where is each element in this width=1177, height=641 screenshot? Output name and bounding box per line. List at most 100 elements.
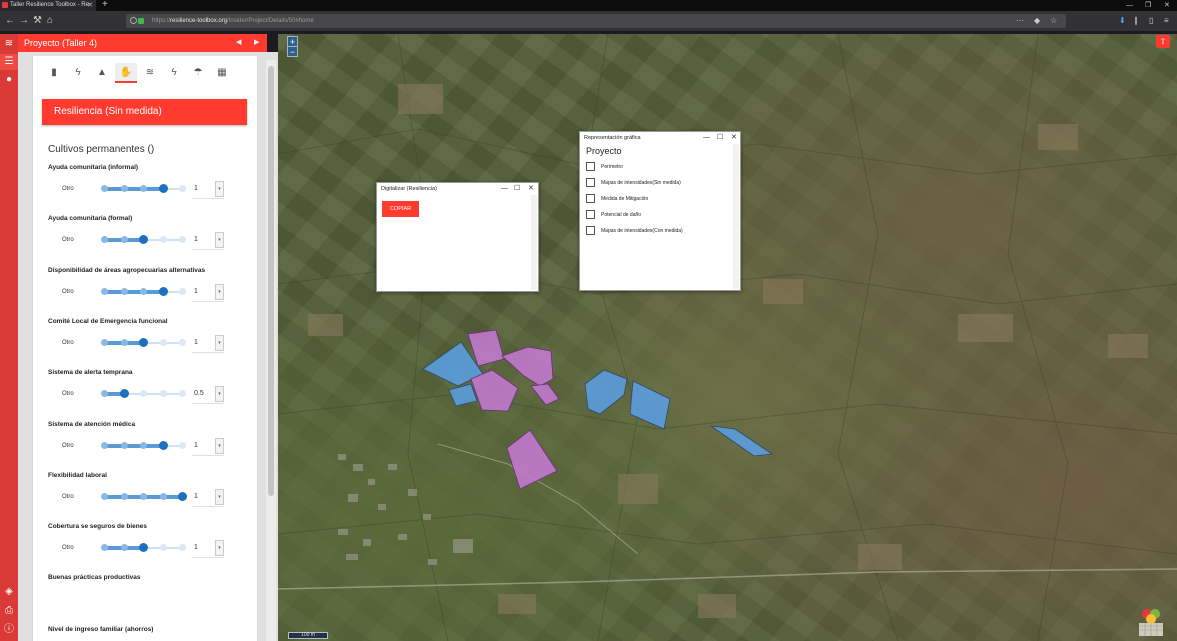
print-icon[interactable]: ⎙ [3, 605, 15, 617]
window-minimize-button[interactable]: — [1126, 0, 1133, 11]
close-icon[interactable]: ✕ [528, 183, 534, 195]
dropdown-chevron-icon[interactable]: ▾ [215, 232, 224, 248]
slider-step[interactable] [121, 442, 128, 449]
list-icon[interactable]: ☰ [3, 56, 15, 68]
info-icon[interactable]: ⓘ [3, 624, 15, 636]
layer-checkbox[interactable] [586, 194, 595, 203]
lightning-icon-2[interactable]: ϟ [163, 63, 185, 83]
layers-stack-icon[interactable]: ≋ [3, 38, 15, 50]
tools-wrench-icon[interactable]: ⚒ [33, 14, 42, 28]
library-icon[interactable]: ∥ [1134, 14, 1138, 28]
slider-step[interactable] [101, 288, 108, 295]
browser-tab[interactable]: Taller Resilience Toolbox - Re ✕ [0, 0, 96, 11]
slider-step[interactable] [160, 339, 167, 346]
layers-icon[interactable]: ≋ [139, 63, 161, 83]
previous-arrow-icon[interactable]: ◀ [236, 34, 241, 52]
slider-step[interactable] [140, 442, 147, 449]
maximize-icon[interactable]: ☐ [514, 183, 520, 195]
close-icon[interactable]: ✕ [731, 132, 737, 144]
pocket-icon[interactable]: ◆ [1034, 14, 1040, 28]
slider-step[interactable] [179, 288, 186, 295]
page-actions-icon[interactable]: ··· [1016, 14, 1024, 28]
slider-step[interactable] [179, 442, 186, 449]
slider-step[interactable] [121, 339, 128, 346]
resilience-mode-button[interactable]: Resiliencia (Sin medida) [42, 99, 247, 125]
panel-scrollbar-thumb[interactable] [268, 66, 274, 496]
digitize-scrollbar[interactable] [531, 195, 537, 290]
window-restore-button[interactable]: ❐ [1145, 0, 1151, 11]
slider-handle[interactable] [139, 235, 148, 244]
window-close-button[interactable]: ✕ [1164, 0, 1170, 11]
menu-icon[interactable]: ≡ [1164, 14, 1169, 28]
site-info-icon[interactable] [130, 17, 137, 24]
url-bar[interactable]: https://resilience-toolbox.org/Insider/P… [126, 14, 1066, 28]
slider-step[interactable] [121, 544, 128, 551]
next-arrow-icon[interactable]: ▶ [254, 34, 259, 52]
slider-step[interactable] [101, 544, 108, 551]
slider-step[interactable] [160, 236, 167, 243]
lightning-icon[interactable]: ϟ [67, 63, 89, 83]
slider-step[interactable] [140, 185, 147, 192]
home-icon[interactable]: ⌂ [47, 14, 53, 28]
slider-handle[interactable] [159, 287, 168, 296]
slider-handle[interactable] [139, 543, 148, 552]
zoom-out-button[interactable]: − [287, 46, 298, 57]
slider-step[interactable] [101, 339, 108, 346]
calculator-icon[interactable]: ▦ [211, 63, 233, 83]
copy-button[interactable]: COPIAR [382, 201, 419, 217]
slider-step[interactable] [101, 390, 108, 397]
slider-step[interactable] [179, 236, 186, 243]
tab-close-icon[interactable]: ✕ [87, 0, 93, 11]
hand-water-icon[interactable]: ☂ [187, 63, 209, 83]
slider-step[interactable] [179, 544, 186, 551]
layer-checkbox[interactable] [586, 210, 595, 219]
dropdown-chevron-icon[interactable]: ▾ [215, 540, 224, 556]
layer-checkbox[interactable] [586, 178, 595, 187]
sidebar-icon[interactable]: ▯ [1149, 14, 1153, 28]
slider-step[interactable] [121, 493, 128, 500]
slider-step[interactable] [140, 390, 147, 397]
minimize-icon[interactable]: — [703, 132, 710, 144]
slider-step[interactable] [140, 493, 147, 500]
slider-handle[interactable] [159, 441, 168, 450]
user-icon[interactable]: ● [3, 74, 15, 86]
slider-step[interactable] [121, 236, 128, 243]
dropdown-chevron-icon[interactable]: ▾ [215, 386, 224, 402]
slider-handle[interactable] [178, 492, 187, 501]
dropdown-chevron-icon[interactable]: ▾ [215, 181, 224, 197]
slider-step[interactable] [121, 185, 128, 192]
representation-scrollbar[interactable] [733, 144, 739, 289]
panel-scrollbar[interactable] [266, 60, 276, 641]
document-icon[interactable]: ▮ [43, 63, 65, 83]
satellite-map[interactable]: + − ⇧ 100 m [278, 34, 1177, 641]
layer-checkbox[interactable] [586, 226, 595, 235]
slider-step[interactable] [160, 390, 167, 397]
dropdown-chevron-icon[interactable]: ▾ [215, 335, 224, 351]
slider-step[interactable] [101, 185, 108, 192]
mitigation-polygons[interactable] [422, 341, 774, 457]
slider-step[interactable] [101, 442, 108, 449]
slider-step[interactable] [121, 288, 128, 295]
slider-step[interactable] [101, 236, 108, 243]
new-tab-button[interactable]: + [102, 0, 108, 10]
layers-icon[interactable]: ◈ [3, 586, 15, 598]
warning-icon[interactable]: ▲ [91, 63, 113, 83]
slider-step[interactable] [179, 390, 186, 397]
maximize-icon[interactable]: ☐ [717, 132, 723, 144]
slider-handle[interactable] [159, 184, 168, 193]
dropdown-chevron-icon[interactable]: ▾ [215, 284, 224, 300]
upload-icon[interactable]: ⇧ [1156, 35, 1170, 48]
slider-step[interactable] [160, 493, 167, 500]
download-icon[interactable]: ⬇ [1119, 14, 1126, 28]
url-text[interactable]: https://resilience-toolbox.org/Insider/P… [152, 14, 314, 28]
dropdown-chevron-icon[interactable]: ▾ [215, 438, 224, 454]
bookmark-star-icon[interactable]: ☆ [1050, 14, 1057, 28]
resilience-hand-icon[interactable]: ✋ [115, 63, 137, 83]
slider-step[interactable] [179, 185, 186, 192]
forward-arrow-icon[interactable]: → [19, 14, 29, 28]
slider-step[interactable] [179, 339, 186, 346]
slider-handle[interactable] [139, 338, 148, 347]
back-arrow-icon[interactable]: ← [5, 14, 15, 28]
slider-handle[interactable] [120, 389, 129, 398]
slider-step[interactable] [160, 544, 167, 551]
